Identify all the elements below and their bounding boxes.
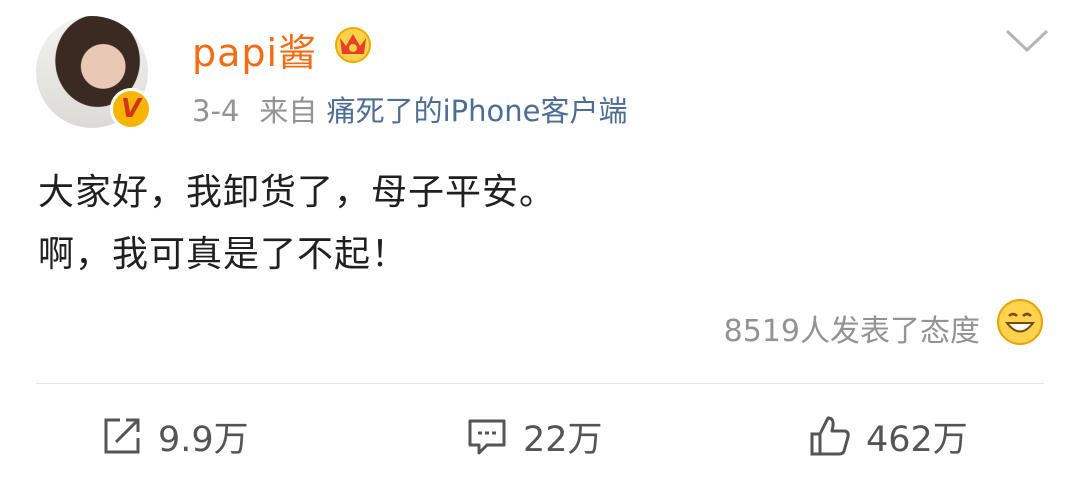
crown-icon [335, 27, 371, 63]
from-label: 来自 [259, 94, 318, 128]
divider [36, 383, 1044, 384]
chevron-down-icon[interactable] [1004, 28, 1050, 54]
source-link[interactable]: 痛死了的iPhone客户端 [327, 94, 628, 128]
post-text: 大家好，我卸货了，母子平安。 啊，我可真是了不起！ [38, 162, 556, 286]
post-meta: 3-4 来自 痛死了的iPhone客户端 [192, 88, 628, 130]
verified-mark: V [120, 94, 142, 124]
thumbs-up-icon [810, 416, 850, 456]
repost-count: 9.9万 [158, 419, 249, 460]
reactions-summary[interactable]: 8519人发表了态度 [724, 306, 980, 350]
comment-button[interactable]: 22万 [465, 410, 603, 462]
comment-count: 22万 [523, 419, 603, 460]
post-date: 3-4 [192, 94, 240, 128]
smile-emoji-icon[interactable] [996, 298, 1044, 346]
repost-button[interactable]: 9.9万 [100, 410, 249, 462]
comment-icon [468, 419, 506, 455]
repost-icon [104, 418, 140, 454]
post-line: 大家好，我卸货了，母子平安。 [38, 172, 557, 213]
verified-badge-icon: V [110, 88, 152, 130]
like-button[interactable]: 462万 [808, 410, 968, 462]
post-line: 啊，我可真是了不起！ [38, 234, 409, 275]
like-count: 462万 [866, 419, 968, 460]
username[interactable]: papi酱 [192, 22, 317, 77]
